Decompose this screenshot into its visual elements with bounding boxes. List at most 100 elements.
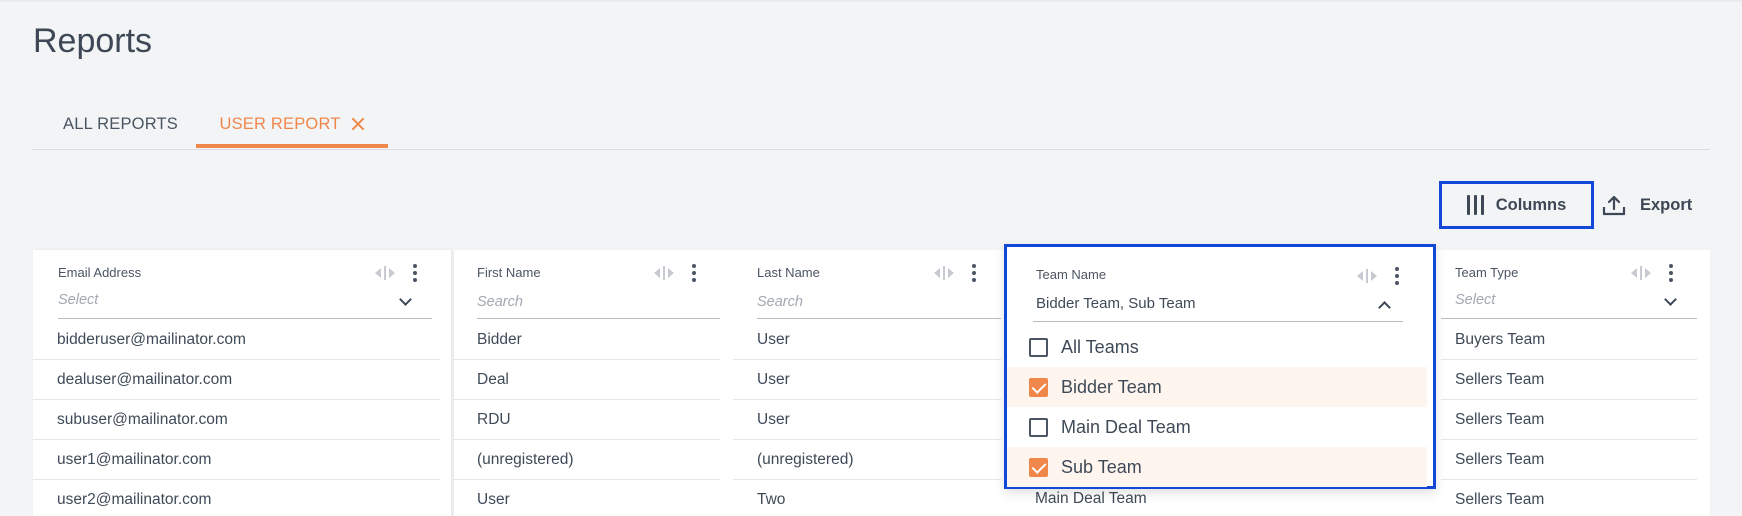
report-tabs: ALL REPORTS USER REPORT (32, 98, 1710, 150)
cell-first-name: User (477, 491, 510, 508)
active-tab-indicator (196, 144, 388, 148)
tab-all-reports[interactable]: ALL REPORTS (63, 98, 178, 150)
cell-first-name: (unregistered) (477, 450, 574, 468)
team-option-sub-team[interactable]: Sub Team (1007, 447, 1427, 487)
cell-team-type: Sellers Team (1455, 410, 1545, 428)
first-name-search-input[interactable]: Search (477, 287, 720, 319)
checkbox-icon[interactable] (1029, 417, 1048, 437)
column-header-actions (654, 264, 696, 282)
filter-underline (1033, 321, 1403, 322)
column-header-actions (375, 264, 417, 282)
cell-email: user1@mailinator.com (57, 450, 212, 468)
table-row: User (733, 360, 1001, 400)
columns-button[interactable]: Columns (1439, 181, 1594, 229)
checkbox-icon[interactable] (1029, 457, 1048, 477)
tab-user-report[interactable]: USER REPORT (195, 98, 389, 150)
column-resize-icon[interactable] (934, 266, 954, 280)
table-row: bidderuser@mailinator.com (33, 320, 440, 360)
table-row: user1@mailinator.com (33, 440, 440, 480)
table-row: Deal (453, 360, 720, 400)
table-row: User (453, 480, 720, 516)
team-option-bidder-team[interactable]: Bidder Team (1007, 367, 1427, 407)
filter-placeholder: Select (58, 292, 99, 308)
checkbox-icon[interactable] (1029, 337, 1048, 357)
column-resize-icon[interactable] (654, 266, 674, 280)
table-row: (unregistered) (453, 440, 720, 480)
column-header-actions (1631, 264, 1673, 282)
kebab-menu-icon[interactable] (1669, 264, 1673, 282)
table-row: Sellers Team (1441, 400, 1697, 440)
cell-last-name: User (757, 410, 790, 428)
kebab-menu-icon[interactable] (1395, 267, 1399, 285)
column-resize-icon[interactable] (1357, 269, 1377, 283)
filter-placeholder: Select (1455, 292, 1496, 308)
option-label: All Teams (1061, 336, 1139, 357)
cell-first-name: Deal (477, 370, 509, 388)
column-header: Email Address (58, 265, 142, 280)
cell-last-name: User (757, 330, 790, 348)
columns-icon (1466, 195, 1484, 215)
column-header-actions (1357, 267, 1399, 285)
tab-label: USER REPORT (219, 114, 341, 133)
upload-icon (1602, 195, 1626, 216)
tab-label: ALL REPORTS (63, 114, 178, 133)
table-row: subuser@mailinator.com (33, 400, 440, 440)
export-button[interactable]: Export (1602, 181, 1702, 229)
option-label: Bidder Team (1061, 376, 1162, 397)
cell-last-name: User (757, 370, 790, 388)
page-title: Reports (33, 22, 153, 60)
cell-team-type: Buyers Team (1455, 330, 1546, 348)
table-row: dealuser@mailinator.com (33, 360, 440, 400)
export-button-label: Export (1640, 195, 1693, 214)
cell-last-name: Two (757, 491, 786, 508)
top-border (0, 0, 1742, 2)
table-row: Sellers Team (1441, 360, 1697, 400)
cell-team-name: Main Deal Team (1035, 490, 1147, 507)
kebab-menu-icon[interactable] (413, 264, 417, 282)
column-resize-icon[interactable] (1631, 266, 1651, 280)
last-name-search-input[interactable]: Search (757, 287, 1001, 319)
cell-email: user2@mailinator.com (57, 491, 212, 508)
team-option-main-deal-team[interactable]: Main Deal Team (1007, 407, 1427, 447)
cell-first-name: RDU (477, 410, 511, 428)
cell-email: dealuser@mailinator.com (57, 370, 233, 388)
kebab-menu-icon[interactable] (972, 264, 976, 282)
option-label: Sub Team (1061, 456, 1142, 477)
team-type-filter-select[interactable]: Select (1441, 287, 1697, 319)
kebab-menu-icon[interactable] (692, 264, 696, 282)
chevron-down-icon (1664, 293, 1677, 306)
chevron-up-icon[interactable] (1378, 301, 1391, 314)
email-filter-select[interactable]: Select (58, 287, 432, 319)
table-row: Sellers Team (1441, 480, 1697, 516)
table-row: Buyers Team (1441, 320, 1697, 360)
chevron-down-icon (399, 293, 412, 306)
team-option-all-teams[interactable]: All Teams (1007, 327, 1427, 367)
close-icon[interactable] (351, 117, 365, 131)
filter-placeholder: Search (757, 294, 803, 310)
table-row: Two (733, 480, 1001, 516)
checkbox-icon[interactable] (1029, 377, 1048, 397)
cell-first-name: Bidder (477, 330, 522, 348)
columns-button-label: Columns (1495, 195, 1567, 214)
table-row: RDU (453, 400, 720, 440)
cell-team-type: Sellers Team (1455, 491, 1545, 508)
cell-email: subuser@mailinator.com (57, 410, 228, 428)
column-resize-icon[interactable] (375, 266, 395, 280)
column-header: First Name (477, 265, 541, 280)
column-header-actions (934, 264, 976, 282)
table-row: Bidder (453, 320, 720, 360)
filter-placeholder: Search (477, 294, 523, 310)
table-row: user2@mailinator.com (33, 480, 440, 516)
column-header: Team Type (1455, 265, 1519, 280)
cell-email: bidderuser@mailinator.com (57, 330, 246, 348)
cell-team-type: Sellers Team (1455, 370, 1545, 388)
option-label: Main Deal Team (1061, 416, 1191, 437)
column-header: Last Name (757, 265, 820, 280)
cell-last-name: (unregistered) (757, 450, 854, 468)
table-row: User (733, 320, 1001, 360)
column-header: Team Name (1036, 267, 1107, 282)
team-filter-selected-value[interactable]: Bidder Team, Sub Team (1036, 295, 1196, 312)
team-name-filter-dropdown: Team Name Bidder Team, Sub Team All Team… (1004, 244, 1436, 489)
table-row: User (733, 400, 1001, 440)
table-row: Sellers Team (1441, 440, 1697, 480)
